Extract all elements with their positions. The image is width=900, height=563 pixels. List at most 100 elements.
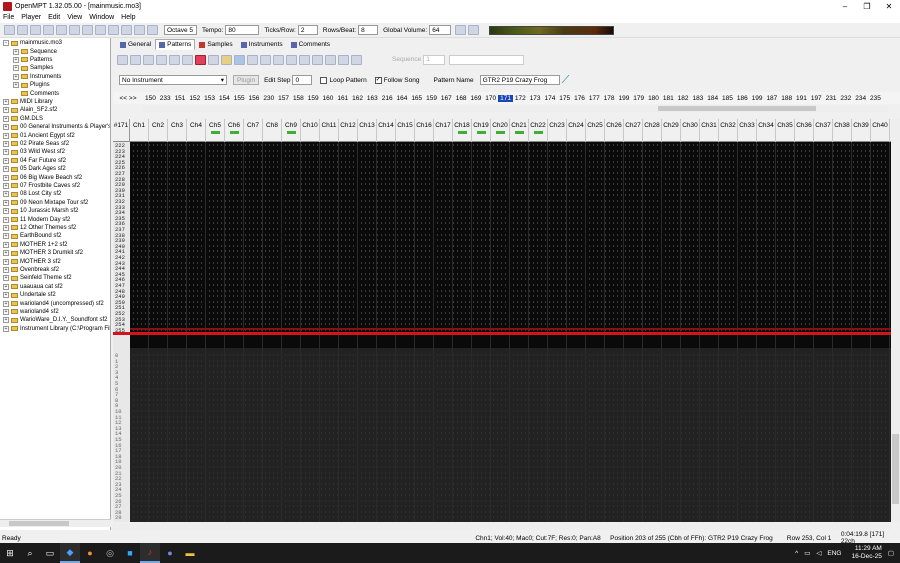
amplify-icon[interactable]: [312, 54, 323, 65]
view-options-icon[interactable]: [338, 54, 349, 65]
pattern-row[interactable]: [130, 149, 891, 152]
order-item[interactable]: 235: [868, 95, 883, 102]
pattern-row[interactable]: [130, 272, 891, 275]
pause-icon[interactable]: [121, 25, 132, 35]
maximize-button[interactable]: ❐: [856, 2, 878, 11]
tree-item[interactable]: +09 Neon Mixtape Tour sf2: [3, 199, 88, 207]
order-item[interactable]: 151: [173, 95, 188, 102]
tree-item[interactable]: + Patterns: [13, 56, 52, 64]
channel-header-item[interactable]: Ch36: [795, 119, 814, 142]
stop-icon[interactable]: [134, 25, 145, 35]
expand-icon[interactable]: +: [13, 56, 19, 63]
chord-editor-icon[interactable]: [299, 54, 310, 65]
tree-item[interactable]: + Seinfeld Theme sf2: [3, 274, 72, 282]
pattern-row[interactable]: [130, 256, 891, 258]
menu-window[interactable]: Window: [89, 14, 114, 21]
mute-icon[interactable]: [325, 54, 336, 65]
pattern-properties-icon[interactable]: [208, 54, 219, 65]
scroll-thumb[interactable]: [892, 434, 899, 504]
pattern-row[interactable]: [130, 172, 891, 174]
order-item[interactable]: 233: [158, 95, 173, 102]
channel-header-item[interactable]: Ch29: [662, 119, 681, 142]
discord-icon[interactable]: ●: [160, 543, 180, 563]
channel-header-item[interactable]: Ch16: [415, 119, 434, 142]
metronome-icon[interactable]: [468, 25, 480, 35]
pattern-row[interactable]: [130, 200, 891, 202]
new-file-icon[interactable]: [4, 25, 15, 35]
tree-item[interactable]: + MOTHER 1+2 sf2: [3, 241, 68, 249]
channel-header-item[interactable]: Ch13: [358, 119, 377, 142]
order-nav-buttons[interactable]: << >>: [113, 95, 143, 102]
cut-icon[interactable]: [43, 25, 54, 35]
pattern-row[interactable]: [130, 205, 891, 208]
channel-header-item[interactable]: Ch20: [491, 119, 510, 142]
steam-icon[interactable]: ◎: [100, 543, 120, 563]
menu-edit[interactable]: Edit: [48, 14, 60, 21]
channel-header-item[interactable]: Ch8: [263, 119, 282, 142]
order-scrollbar[interactable]: [143, 105, 888, 112]
channel-header-item[interactable]: Ch15: [396, 119, 415, 142]
tab-patterns[interactable]: Patterns: [155, 39, 196, 50]
order-item[interactable]: 161: [335, 95, 350, 102]
pattern-name-field[interactable]: GTR2 P19 Crazy Frog: [479, 75, 560, 85]
tree-item[interactable]: + Undertale sf2: [3, 291, 56, 299]
order-item[interactable]: 176: [572, 95, 587, 102]
channel-header-item[interactable]: Ch10: [301, 119, 320, 142]
tree-item[interactable]: + MOTHER 3 Drumkit sf2: [3, 249, 83, 257]
task-view-icon[interactable]: ▭: [40, 543, 60, 563]
network-icon[interactable]: ▭: [804, 549, 810, 557]
order-item[interactable]: 231: [824, 95, 839, 102]
channel-header-item[interactable]: Ch32: [719, 119, 738, 142]
pattern-row[interactable]: [130, 155, 891, 158]
expand-icon[interactable]: +: [3, 199, 9, 206]
find-icon[interactable]: [82, 25, 93, 35]
pattern-row[interactable]: [130, 295, 891, 298]
order-item[interactable]: 171: [498, 94, 513, 102]
channel-header-item[interactable]: Ch31: [700, 119, 719, 142]
expand-icon[interactable]: +: [3, 149, 9, 156]
order-item[interactable]: 185: [720, 95, 735, 102]
expand-icon[interactable]: +: [3, 191, 9, 198]
pattern-row[interactable]: [130, 228, 891, 230]
tree-scrollbar[interactable]: [0, 519, 111, 527]
expand-icon[interactable]: +: [3, 224, 9, 231]
tree-item[interactable]: +05 Dark Ages sf2: [3, 165, 66, 173]
tree-item[interactable]: +06 Big Wave Beach sf2: [3, 173, 82, 181]
plugin-button[interactable]: Plugin: [233, 75, 260, 85]
copy-icon[interactable]: [56, 25, 67, 35]
channel-header-item[interactable]: Ch1: [130, 119, 149, 142]
pattern-row[interactable]: [130, 211, 891, 214]
order-item[interactable]: 188: [779, 95, 794, 102]
menu-file[interactable]: File: [3, 14, 14, 21]
order-item[interactable]: 157: [276, 95, 291, 102]
expand-icon[interactable]: [169, 54, 180, 65]
follow-song-checkbox[interactable]: ✓: [374, 76, 382, 84]
search-icon[interactable]: ⌕: [20, 543, 40, 563]
sequence-name-field[interactable]: [449, 54, 525, 65]
order-item[interactable]: 158: [291, 95, 306, 102]
order-item[interactable]: 167: [439, 95, 454, 102]
channel-header-item[interactable]: Ch14: [377, 119, 396, 142]
shrink-icon[interactable]: [182, 54, 193, 65]
play-pattern-icon[interactable]: [247, 54, 258, 65]
file-explorer-icon[interactable]: ▬: [180, 543, 200, 563]
channel-header-item[interactable]: Ch37: [814, 119, 833, 142]
channel-header-item[interactable]: Ch27: [624, 119, 643, 142]
expand-icon[interactable]: +: [3, 266, 9, 273]
midi-record-icon[interactable]: [95, 25, 106, 35]
volume-icon[interactable]: ◁: [816, 549, 821, 557]
order-item[interactable]: 234: [853, 95, 868, 102]
tree-item[interactable]: + Samples: [13, 64, 53, 72]
tree-item[interactable]: + EarthBound sf2: [3, 232, 61, 240]
order-item[interactable]: 160: [321, 95, 336, 102]
pattern-row[interactable]: [130, 183, 891, 186]
pattern-down-icon[interactable]: [143, 54, 154, 65]
expand-icon[interactable]: +: [3, 216, 9, 223]
ticks-field[interactable]: 2: [297, 25, 318, 35]
tree-item[interactable]: + Sequence: [13, 47, 57, 55]
channel-header-item[interactable]: Ch5: [206, 119, 225, 142]
channel-header-item[interactable]: Ch12: [339, 119, 358, 142]
global-volume-field[interactable]: 64: [429, 25, 452, 35]
expand-icon[interactable]: +: [3, 283, 9, 290]
order-item[interactable]: 164: [395, 95, 410, 102]
